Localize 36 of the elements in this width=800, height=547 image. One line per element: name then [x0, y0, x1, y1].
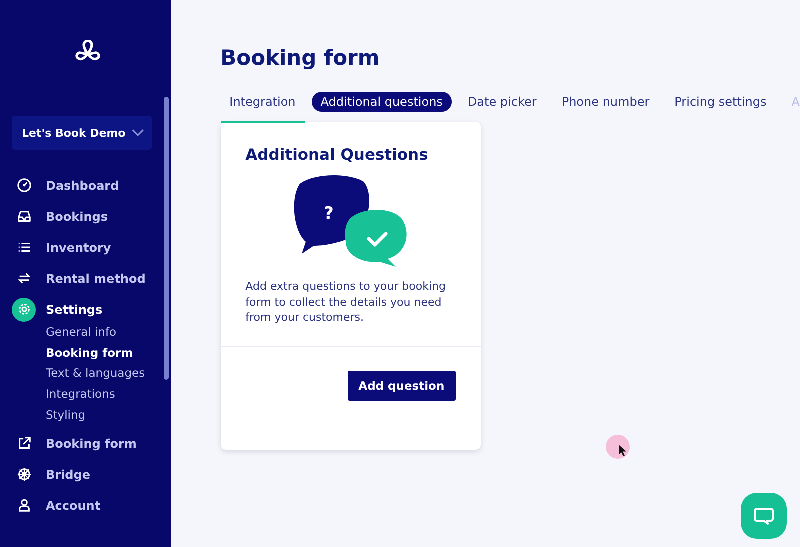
submenu-item[interactable]: Booking form	[46, 342, 171, 364]
nav-item[interactable]: Bookings	[12, 201, 171, 232]
inbox-icon	[16, 209, 32, 224]
workspace-dropdown[interactable]: Let's Book Demo	[12, 116, 152, 150]
nav-item[interactable]: Settings	[12, 294, 171, 325]
nav-item[interactable]: Account	[12, 490, 171, 522]
add-question-button[interactable]: Add question	[348, 371, 456, 401]
nav-item[interactable]: Rental method	[12, 263, 171, 294]
speech-bubbles-drawing: ?	[292, 174, 410, 269]
cursor-icon	[604, 434, 631, 460]
nav-item[interactable]: Dashboard	[12, 170, 171, 201]
tab[interactable]: Date picker	[458, 92, 546, 112]
tab[interactable]: Additional questions	[312, 92, 452, 112]
card-title: Additional Questions	[246, 146, 430, 164]
external-icon	[16, 436, 32, 452]
nav-item[interactable]: Inventory	[12, 232, 171, 263]
swap-icon	[16, 271, 32, 286]
gear-icon	[16, 302, 32, 317]
submenu-item[interactable]: General info	[46, 322, 171, 343]
submenu-item[interactable]: Styling	[46, 404, 171, 426]
submenu-item[interactable]: Integrations	[46, 384, 171, 405]
wheel-icon	[16, 467, 32, 482]
submenu-item[interactable]: Text & languages	[46, 363, 171, 384]
person-icon	[16, 498, 32, 514]
tab[interactable]: Pricing settings	[666, 92, 776, 112]
scrollbar[interactable]	[164, 97, 169, 380]
list-icon	[16, 240, 32, 255]
chevron-down-icon	[132, 129, 144, 137]
gauge-icon	[16, 178, 32, 193]
tab[interactable]: Integration	[220, 92, 305, 112]
page-title: Booking form	[220, 46, 381, 72]
nav-item[interactable]: Booking form	[12, 428, 171, 460]
nav-item[interactable]: Bridge	[12, 459, 171, 490]
tab[interactable]: Phone number	[552, 92, 659, 112]
card-description: Add extra questions to your booking form to collect the details you need from your customers.	[246, 279, 447, 326]
chat-icon	[753, 505, 775, 527]
